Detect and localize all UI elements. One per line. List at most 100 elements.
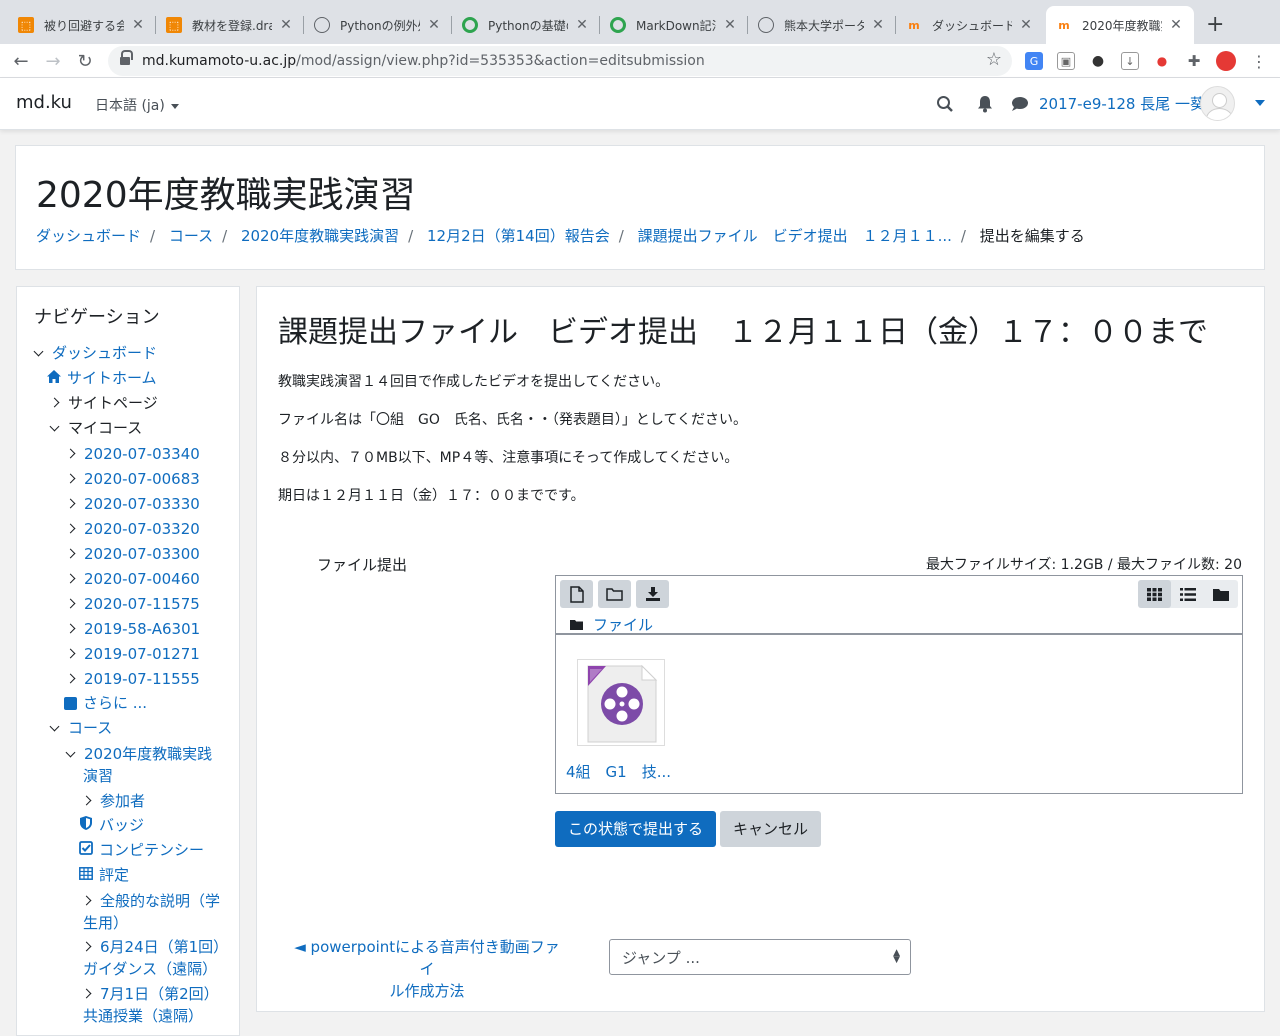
nav-course-item[interactable]: 2020-07-03320 [65, 518, 200, 540]
chevron-down-icon [33, 346, 44, 356]
add-file-button[interactable] [560, 580, 593, 608]
filepicker-toolbar: ファイル [555, 575, 1243, 634]
nav-dashboard[interactable]: ダッシュボード [33, 342, 157, 364]
nav-course-item[interactable]: 2019-07-01271 [65, 643, 200, 665]
cancel-button[interactable]: キャンセル [720, 811, 822, 847]
nav-course-item[interactable]: 2020-07-03340 [65, 443, 200, 465]
search-icon[interactable] [935, 94, 955, 114]
user-menu[interactable]: 2017-e9-128 長尾 一葵 [1039, 93, 1205, 114]
home-icon [47, 369, 61, 391]
nav-site-home[interactable]: サイトホーム [47, 367, 157, 391]
nav-my-courses[interactable]: マイコース [49, 417, 142, 439]
folder-icon [1212, 588, 1229, 601]
browser-tab[interactable]: Pythonの例外処 ✕ [304, 6, 452, 44]
nav-course-item[interactable]: 2020-07-03300 [65, 543, 200, 565]
close-icon[interactable]: ✕ [278, 17, 294, 33]
close-icon[interactable]: ✕ [426, 17, 442, 33]
submit-button[interactable]: この状態で提出する [555, 811, 717, 847]
language-menu[interactable]: 日本語 (ja) [95, 95, 179, 115]
nav-competencies[interactable]: コンピテンシー [79, 839, 204, 863]
nav-section[interactable]: 全般的な説明（学 [81, 890, 220, 912]
close-icon[interactable]: ✕ [1168, 17, 1184, 33]
breadcrumb-item[interactable]: 課題提出ファイル ビデオ提出 １２月１１... [638, 227, 952, 245]
create-folder-button[interactable] [598, 580, 631, 608]
download-icon[interactable]: ↓ [1121, 52, 1139, 70]
browser-tab[interactable]: ⬚ 教材を登録.draw ✕ [156, 6, 304, 44]
browser-tab[interactable]: ⬚ 被り回避する会 ✕ [8, 6, 156, 44]
breadcrumb-item[interactable]: コース [169, 227, 213, 245]
forward-icon[interactable]: → [42, 50, 64, 72]
new-tab-icon[interactable]: + [1206, 12, 1224, 37]
browser-tab[interactable]: MarkDown記法 ✕ [600, 6, 748, 44]
chevron-right-icon [65, 473, 76, 484]
menu-icon[interactable]: ⋮ [1250, 52, 1268, 71]
nav-course-item[interactable]: 2019-58-A6301 [65, 618, 200, 640]
nav-grades[interactable]: 評定 [79, 864, 129, 888]
download-all-button[interactable] [636, 580, 669, 608]
nav-badges[interactable]: バッジ [79, 814, 144, 838]
nav-section-cont[interactable]: ガイダンス（遠隔） [83, 958, 217, 980]
nav-more[interactable]: さらに ... [63, 692, 147, 716]
nav-course-item[interactable]: 2019-07-11555 [65, 668, 200, 690]
nav-courses[interactable]: コース [49, 717, 112, 739]
site-brand[interactable]: md.ku [16, 92, 72, 113]
browser-tab-bar: ⬚ 被り回避する会 ✕ ⬚ 教材を登録.draw ✕ Pythonの例外処 ✕ … [0, 0, 1280, 44]
breadcrumb-item[interactable]: 12月2日（第14回）報告会 [427, 227, 610, 245]
grid-view-button[interactable] [1138, 580, 1171, 608]
close-icon[interactable]: ✕ [870, 17, 886, 33]
nav-course-item[interactable]: 2020-07-00460 [65, 568, 200, 590]
nav-participants[interactable]: 参加者 [81, 790, 145, 812]
assignment-title: 課題提出ファイル ビデオ提出 １２月１１日（金）１７：００まで [278, 315, 1208, 350]
nav-section-cont[interactable]: 生用） [83, 912, 128, 934]
file-thumbnail[interactable] [577, 659, 665, 746]
file-name-link[interactable]: 4組 G1 技... [566, 761, 671, 782]
description-text: 教職実践演習１４回目で作成したビデオを提出してください。 [278, 374, 670, 390]
chevron-down-icon[interactable] [1255, 100, 1265, 106]
moodle-icon: m [908, 18, 920, 32]
extension-icon[interactable]: ▣ [1057, 52, 1075, 70]
nav-current-course-cont[interactable]: 演習 [83, 765, 113, 787]
nav-course-item[interactable]: 2020-07-00683 [65, 468, 200, 490]
table-icon [79, 866, 93, 888]
breadcrumb-item[interactable]: 2020年度教職実践演習 [241, 227, 399, 245]
chat-icon[interactable] [1010, 94, 1030, 114]
chevron-right-icon [49, 397, 60, 408]
close-icon[interactable]: ✕ [722, 17, 738, 33]
nav-section[interactable]: 6月24日（第1回） [81, 936, 228, 958]
nav-site-pages[interactable]: サイトページ [49, 392, 158, 414]
puzzle-icon[interactable]: ✚ [1185, 52, 1203, 70]
back-icon[interactable]: ← [10, 50, 32, 72]
chevron-right-icon [65, 573, 76, 584]
browser-tab-active[interactable]: m 2020年度教職実 ✕ [1046, 6, 1194, 44]
url-text[interactable]: md.kumamoto-u.ac.jp/mod/assign/view.php?… [142, 53, 705, 69]
site-navbar: md.ku 日本語 (ja) 2017-e9-128 長尾 一葵 [0, 78, 1280, 130]
browser-tab[interactable]: Pythonの基礎の ✕ [452, 6, 600, 44]
previous-activity-link[interactable]: ◄ powerpointによる音声付き動画ファイ ル作成方法 [287, 936, 567, 1002]
browser-tab[interactable]: 熊本大学ポータル ✕ [748, 6, 896, 44]
nav-section[interactable]: 7月1日（第2回） [81, 983, 219, 1005]
nav-course-item[interactable]: 2020-07-03330 [65, 493, 200, 515]
tree-view-button[interactable] [1204, 580, 1237, 608]
close-icon[interactable]: ✕ [1018, 17, 1034, 33]
extension-icon[interactable]: ● [1153, 52, 1171, 70]
bell-icon[interactable] [975, 94, 995, 114]
translate-icon[interactable]: G [1025, 52, 1043, 70]
path-folder-link[interactable]: ファイル [593, 616, 653, 634]
close-icon[interactable]: ✕ [130, 17, 146, 33]
close-icon[interactable]: ✕ [574, 17, 590, 33]
moodle-icon: m [1058, 18, 1070, 32]
avatar[interactable] [1200, 86, 1235, 121]
breadcrumb-item[interactable]: ダッシュボード [36, 227, 141, 245]
reload-icon[interactable]: ↻ [74, 50, 96, 72]
list-view-button[interactable] [1171, 580, 1204, 608]
filepicker-path: ファイル [570, 614, 653, 635]
description-text: ファイル名は「〇組 GO 氏名、氏名・・（発表題目）」としてください。 [278, 412, 748, 428]
nav-current-course[interactable]: 2020年度教職実践 [65, 743, 212, 765]
jump-to-select[interactable]: ジャンプ ... ▲ ▼ [609, 939, 911, 975]
nav-course-item[interactable]: 2020-07-11575 [65, 593, 200, 615]
browser-tab[interactable]: m ダッシュボード ✕ [896, 6, 1044, 44]
profile-icon[interactable] [1216, 51, 1236, 71]
extension-icon[interactable]: ● [1089, 52, 1107, 70]
bookmark-star-icon[interactable]: ☆ [986, 49, 1002, 70]
address-bar[interactable]: md.kumamoto-u.ac.jp/mod/assign/view.php?… [108, 46, 1012, 76]
